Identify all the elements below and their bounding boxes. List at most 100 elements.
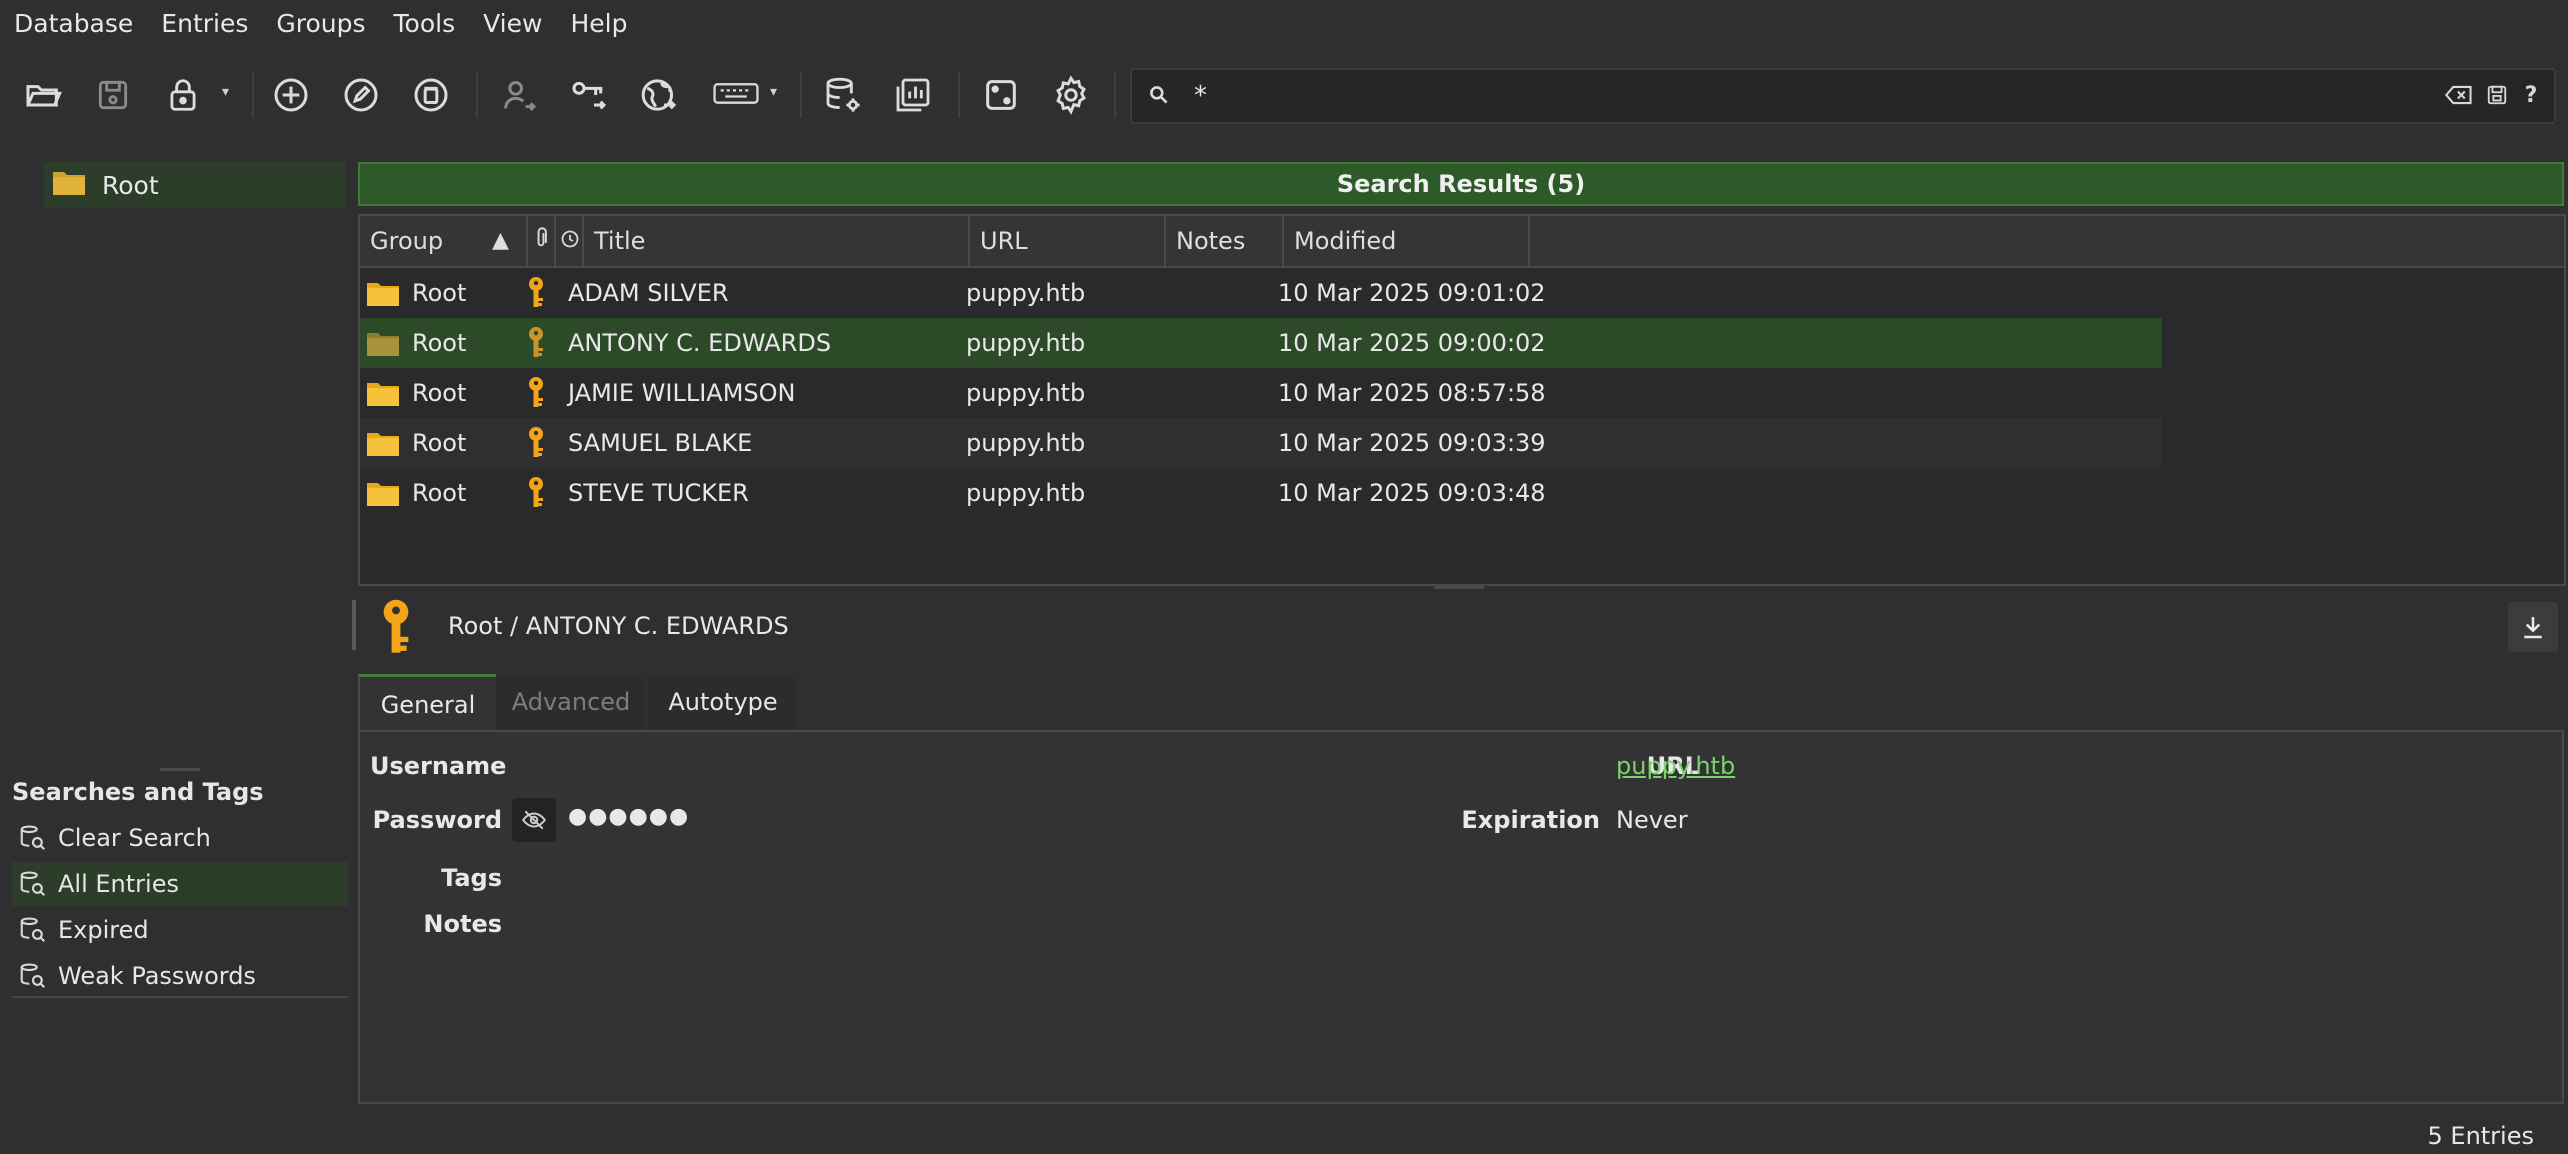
menu-tools[interactable]: Tools <box>380 9 470 38</box>
add-entry-icon[interactable] <box>266 70 316 120</box>
edit-entry-icon[interactable] <box>336 70 386 120</box>
search-input[interactable] <box>1192 78 2496 114</box>
save-search-icon[interactable] <box>2482 80 2512 110</box>
menu-help[interactable]: Help <box>556 9 641 38</box>
table-row[interactable]: Root STEVE TUCKER puppy.htb 10 Mar 2025 … <box>360 468 2162 518</box>
table-header: Group ▲ Title URL Notes Modified <box>360 216 2564 268</box>
password-value[interactable]: ●●●●●● <box>568 804 689 829</box>
searches-and-tags-title: Searches and Tags <box>12 778 264 806</box>
column-header-group[interactable]: Group ▲ <box>360 216 528 266</box>
table-row[interactable]: Root ADAM SILVER puppy.htb 10 Mar 2025 0… <box>360 268 2162 318</box>
pane-splitter-handle[interactable] <box>160 768 200 771</box>
url-link[interactable]: puppy.htb <box>1616 752 1735 780</box>
cell-url: puppy.htb <box>966 279 1086 307</box>
save-database-icon[interactable] <box>88 70 138 120</box>
table-row-selected[interactable]: Root ANTONY C. EDWARDS puppy.htb 10 Mar … <box>360 318 2162 368</box>
menu-view[interactable]: View <box>469 9 556 38</box>
table-row[interactable]: Root JAMIE WILLIAMSON puppy.htb 10 Mar 2… <box>360 368 2162 418</box>
key-icon <box>526 368 546 418</box>
column-header-notes[interactable]: Notes <box>1166 216 1284 266</box>
notes-label: Notes <box>423 910 502 938</box>
url-value-wrap: puppy.htb <box>1616 752 1735 780</box>
cell-group: Root <box>412 429 467 457</box>
cell-modified: 10 Mar 2025 09:01:02 <box>1278 279 1546 307</box>
column-header-title[interactable]: Title <box>584 216 970 266</box>
column-header-url[interactable]: URL <box>970 216 1166 266</box>
open-url-icon[interactable] <box>634 70 684 120</box>
database-reports-icon[interactable] <box>888 70 938 120</box>
expiration-value: Never <box>1616 806 1688 834</box>
column-header-modified[interactable]: Modified <box>1284 216 1530 266</box>
table-row[interactable]: Root SAMUEL BLAKE puppy.htb 10 Mar 2025 … <box>360 418 2162 468</box>
menu-groups[interactable]: Groups <box>262 9 379 38</box>
cell-title: SAMUEL BLAKE <box>568 429 753 457</box>
tab-advanced[interactable]: Advanced <box>496 674 646 730</box>
tab-general[interactable]: General <box>358 674 498 733</box>
group-tree: Root <box>0 152 352 752</box>
saved-search-expired[interactable]: Expired <box>12 908 348 952</box>
cell-url: puppy.htb <box>966 429 1086 457</box>
toolbar-separator <box>252 72 254 118</box>
key-icon <box>526 418 546 468</box>
preview-collapse-handle[interactable] <box>352 600 356 650</box>
tags-label: Tags <box>441 864 502 892</box>
tab-autotype[interactable]: Autotype <box>648 674 798 730</box>
column-header-expires[interactable] <box>556 216 584 266</box>
folder-icon <box>366 318 400 368</box>
expiration-label: Expiration <box>1461 806 1600 834</box>
saved-search-weak-passwords[interactable]: Weak Passwords <box>12 954 348 998</box>
folder-icon <box>52 168 86 202</box>
search-help-icon[interactable]: ? <box>2516 80 2546 110</box>
open-database-icon[interactable] <box>18 70 68 120</box>
autotype-keyboard-icon[interactable] <box>708 70 764 120</box>
divider <box>12 996 348 998</box>
saved-search-clear-search[interactable]: Clear Search <box>12 816 348 860</box>
menu-database[interactable]: Database <box>0 9 147 38</box>
copy-password-icon[interactable] <box>564 70 614 120</box>
password-generator-icon[interactable] <box>976 70 1026 120</box>
eye-off-icon[interactable] <box>512 798 556 842</box>
settings-gear-icon[interactable] <box>1046 70 1096 120</box>
password-label: Password <box>372 806 502 834</box>
pane-splitter-handle[interactable] <box>1434 586 1484 589</box>
saved-search-icon <box>18 869 48 899</box>
folder-icon <box>366 368 400 418</box>
folder-icon <box>366 418 400 468</box>
folder-icon <box>366 468 400 518</box>
column-header-attachments[interactable] <box>528 216 556 266</box>
cell-group: Root <box>412 279 467 307</box>
cell-url: puppy.htb <box>966 329 1086 357</box>
menu-bar: Database Entries Groups Tools View Help <box>0 0 2568 46</box>
toolbar-separator <box>1114 72 1116 118</box>
cell-group: Root <box>412 379 467 407</box>
saved-search-icon <box>18 915 48 945</box>
autotype-dropdown-arrow-icon[interactable]: ▾ <box>770 84 784 104</box>
tag-item-label: Expired <box>58 916 149 944</box>
menu-entries[interactable]: Entries <box>147 9 262 38</box>
username-label: Username <box>370 752 507 780</box>
folder-icon <box>366 268 400 318</box>
cell-url: puppy.htb <box>966 479 1086 507</box>
key-icon <box>526 468 546 518</box>
lock-dropdown-arrow-icon[interactable]: ▾ <box>222 84 236 104</box>
entry-count-status: 5 Entries <box>2427 1122 2535 1150</box>
cell-title: ANTONY C. EDWARDS <box>568 329 832 357</box>
cell-modified: 10 Mar 2025 08:57:58 <box>1278 379 1546 407</box>
download-icon[interactable] <box>2508 602 2558 652</box>
sort-ascending-icon: ▲ <box>492 228 509 253</box>
group-root[interactable]: Root <box>44 162 346 208</box>
copy-username-icon[interactable] <box>494 70 544 120</box>
tag-item-label: Weak Passwords <box>58 962 256 990</box>
saved-search-all-entries[interactable]: All Entries <box>12 862 348 906</box>
search-icon <box>1146 82 1172 108</box>
search-results-header: Search Results (5) <box>358 162 2564 206</box>
cell-modified: 10 Mar 2025 09:03:39 <box>1278 429 1546 457</box>
clear-search-icon[interactable] <box>2444 80 2474 110</box>
key-icon <box>526 268 546 318</box>
database-settings-icon[interactable] <box>818 70 868 120</box>
entry-table: Group ▲ Title URL Notes Modified Root AD… <box>358 214 2566 586</box>
lock-database-icon[interactable] <box>158 70 208 120</box>
delete-entry-icon[interactable] <box>406 70 456 120</box>
toolbar-separator <box>958 72 960 118</box>
paperclip-icon <box>534 227 548 255</box>
